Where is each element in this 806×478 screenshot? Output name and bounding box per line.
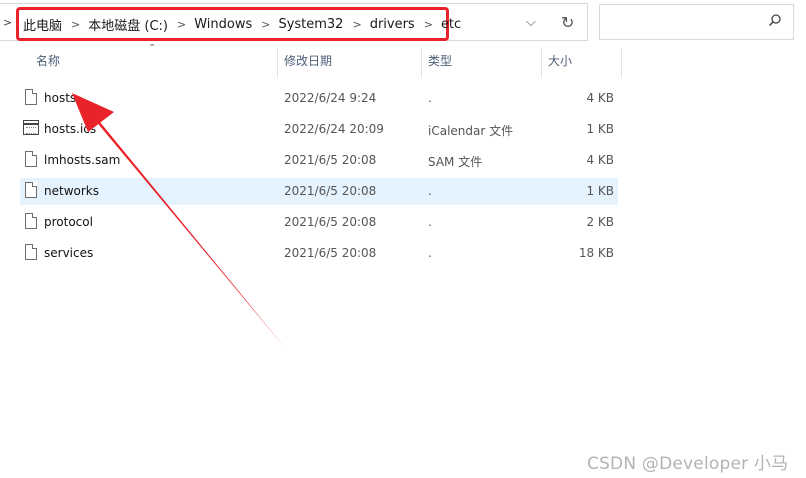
file-explorer-window: > 此电脑 > 本地磁盘 (C:) > Windows > System32 >… <box>0 0 806 478</box>
annotation-arrow <box>72 93 286 349</box>
watermark: CSDN @Developer 小马 <box>587 454 789 474</box>
